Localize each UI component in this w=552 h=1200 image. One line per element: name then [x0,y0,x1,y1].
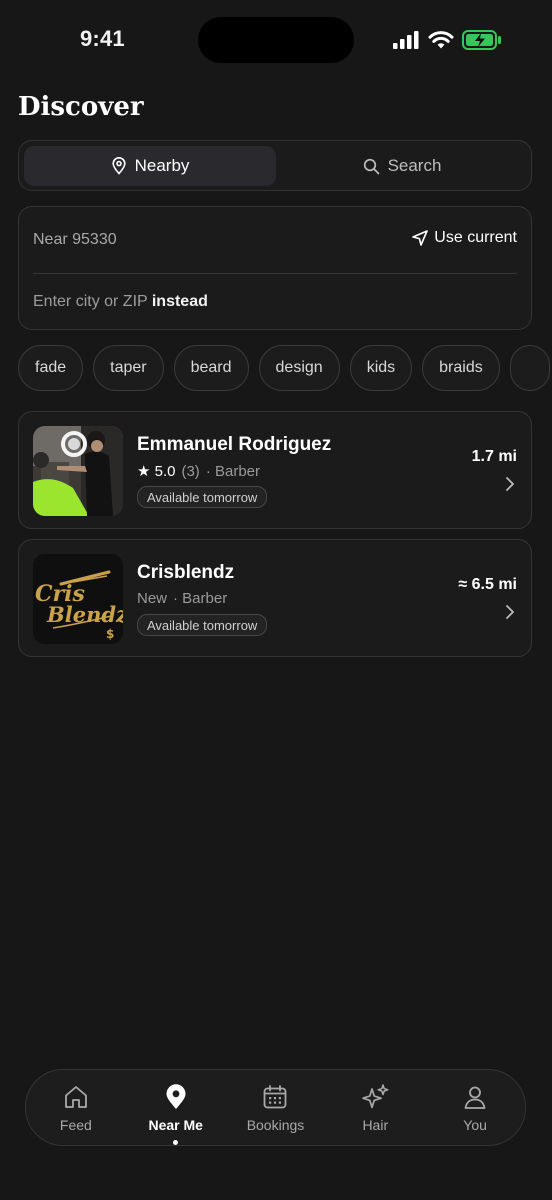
active-tab-indicator [173,1139,179,1145]
chevron-right-icon [506,605,514,619]
enter-city-zip-field[interactable]: Enter city or ZIP instead [33,293,208,311]
rating-value: ★ 5.0 [137,463,176,480]
tab-you[interactable]: You [430,1083,520,1133]
chip-braids[interactable]: braids [422,345,500,391]
search-label: Search [387,156,442,175]
map-pin-icon [166,1083,186,1109]
chip-overflow[interactable] [509,345,550,391]
page-title: Discover [18,92,144,122]
status-bar: 9:41 [0,0,552,80]
chip-fade[interactable]: fade [18,345,84,391]
availability-badge: Available tomorrow [137,486,268,508]
signal-icon [393,31,419,49]
rating-value: New [137,590,168,607]
barber-name: Crisblendz [137,562,235,583]
svg-text:$: $ [106,627,114,641]
battery-icon [462,30,501,50]
bottom-tab-bar: Feed Near Me Bookings Hair You [25,1069,526,1146]
navigation-arrow-icon [412,230,429,246]
barber-role: · Barber [205,462,260,480]
tab-feed[interactable]: Feed [31,1083,121,1133]
chip-design[interactable]: design [258,345,340,391]
tab-hair-label: Hair [362,1116,389,1133]
chevron-right-icon [506,477,514,491]
style-filter-chips: fade taper beard design kids braids [18,345,552,393]
tab-near-me[interactable]: Near Me [131,1083,221,1145]
chip-kids[interactable]: kids [349,345,413,391]
tab-hair[interactable]: Hair [330,1083,420,1133]
divider [33,273,517,274]
barber-role: · Barber [173,590,228,607]
barber-card[interactable]: Emmanuel Rodriguez ★ 5.0 (3) · Barber Av… [18,411,532,529]
nearby-label: Nearby [134,156,190,175]
tab-bookings[interactable]: Bookings [230,1083,320,1133]
tab-feed-label: Feed [59,1116,92,1133]
tab-you-label: You [463,1116,487,1133]
near-location-text: Near 95330 [33,231,117,248]
chip-beard[interactable]: beard [173,345,249,391]
distance: ≈ 6.5 mi [458,576,517,593]
enter-city-prefix: Enter city or ZIP [33,293,152,310]
use-current-location-button[interactable]: Use current [412,229,517,247]
distance: 1.7 mi [471,448,517,465]
calendar-icon [264,1084,287,1108]
map-pin-icon [111,157,126,175]
status-icons [392,30,502,50]
wifi-icon [428,30,454,48]
user-icon [464,1086,486,1109]
house-icon [64,1085,87,1108]
tab-near-me-label: Near Me [148,1116,203,1133]
logo-text-bottom: Blendz [46,602,123,627]
status-time: 9:41 [80,26,125,51]
tab-bookings-label: Bookings [246,1116,305,1133]
nearby-tab[interactable]: Nearby [24,146,276,186]
barber-logo: Cris Blendz $ [33,554,123,644]
use-current-label: Use current [434,229,517,246]
sparkles-icon [362,1083,389,1108]
availability-badge: Available tomorrow [137,614,268,636]
mode-segmented-control: Nearby Search [18,140,532,191]
dynamic-island [198,17,354,63]
search-icon [363,158,379,174]
chip-taper[interactable]: taper [93,345,164,391]
location-card: Near 95330 Use current Enter city or ZIP… [18,206,532,330]
barber-photo [33,426,123,516]
search-tab[interactable]: Search [276,146,528,186]
barber-name: Emmanuel Rodriguez [137,434,332,455]
review-count: (3) [181,462,200,480]
barber-meta: New · Barber [137,590,227,607]
enter-city-bold: instead [151,293,208,310]
barber-meta: ★ 5.0 (3) · Barber [137,462,260,481]
barber-card[interactable]: Cris Blendz $ Crisblendz New · Barber Av… [18,539,532,657]
